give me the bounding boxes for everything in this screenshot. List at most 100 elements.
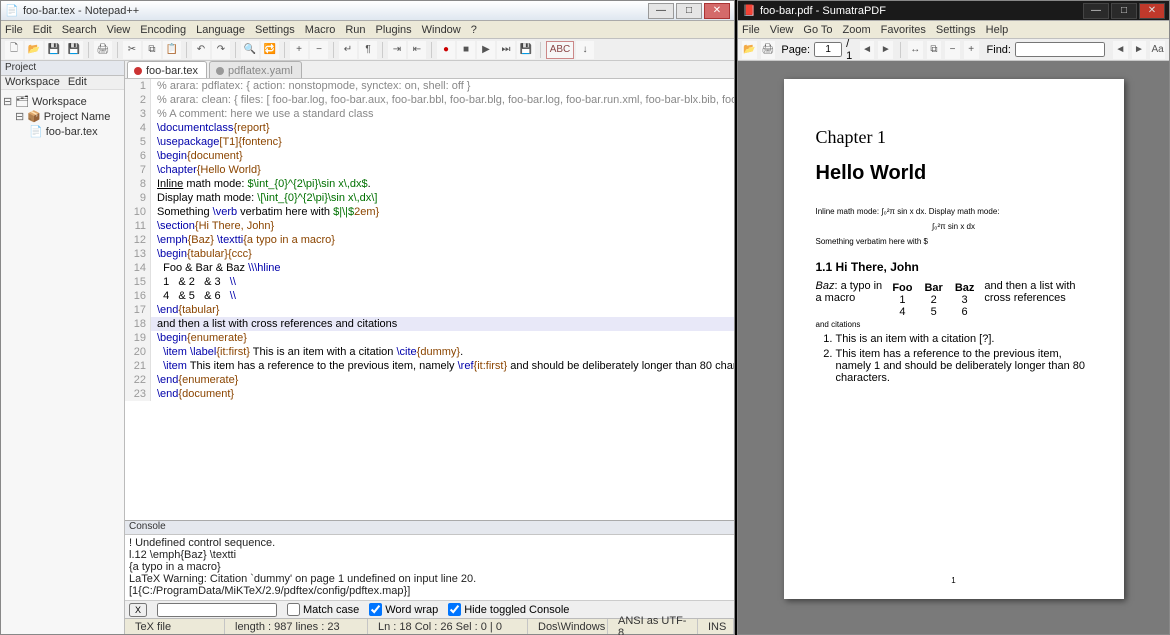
find-prev-icon[interactable]: ◄ — [1113, 41, 1128, 59]
find-input[interactable] — [1015, 42, 1105, 57]
copy-icon[interactable]: ⧉ — [143, 41, 161, 59]
sumatra-toolbar: 📂 🖨 Page: / 1 ◄ ► ↔ ⧉ − + Find: ◄ ► Aa — [738, 39, 1169, 61]
menu-run[interactable]: Run — [345, 24, 365, 36]
redo-icon[interactable]: ↷ — [212, 41, 230, 59]
paste-icon[interactable]: 📋 — [163, 41, 181, 59]
sumatra-app-icon: 📕 — [742, 4, 756, 18]
menu-favorites[interactable]: Favorites — [881, 24, 926, 36]
hide-console-checkbox[interactable]: Hide toggled Console — [448, 603, 569, 616]
minimize-button[interactable]: — — [648, 3, 674, 19]
menu-file[interactable]: File — [5, 24, 23, 36]
page-next-icon[interactable]: ► — [878, 41, 893, 59]
status-position: Ln : 18 Col : 26 Sel : 0 | 0 — [368, 619, 528, 634]
console-output[interactable]: ! Undefined control sequence.l.12 \emph{… — [125, 535, 734, 600]
close-button[interactable]: ✕ — [704, 3, 730, 19]
menu-view[interactable]: View — [770, 24, 794, 36]
npp-titlebar[interactable]: 📄 foo-bar.tex - Notepad++ — □ ✕ — [1, 1, 734, 21]
fit-page-icon[interactable]: ⧉ — [927, 41, 942, 59]
match-case-checkbox[interactable]: Match case — [287, 603, 359, 616]
menu-?[interactable]: ? — [471, 24, 477, 36]
replace-icon[interactable]: 🔁 — [261, 41, 279, 59]
open-icon[interactable]: 📂 — [742, 41, 757, 59]
abc-spellcheck-icon[interactable]: ABC — [546, 41, 574, 59]
match-case-icon[interactable]: Aa — [1150, 41, 1165, 59]
menu-settings[interactable]: Settings — [936, 24, 976, 36]
new-file-icon[interactable]: 🗋 — [5, 41, 23, 59]
cut-icon[interactable]: ✂ — [123, 41, 141, 59]
menu-settings[interactable]: Settings — [255, 24, 295, 36]
show-all-icon[interactable]: ¶ — [359, 41, 377, 59]
stop-macro-icon[interactable]: ■ — [457, 41, 475, 59]
close-button[interactable]: ✕ — [1139, 3, 1165, 19]
workspace-menu[interactable]: Workspace — [5, 76, 60, 89]
menu-help[interactable]: Help — [986, 24, 1009, 36]
console-x-button[interactable]: X — [129, 603, 147, 617]
undo-icon[interactable]: ↶ — [192, 41, 210, 59]
menu-plugins[interactable]: Plugins — [376, 24, 412, 36]
menu-encoding[interactable]: Encoding — [140, 24, 186, 36]
maximize-button[interactable]: □ — [1111, 3, 1137, 19]
wrap-icon[interactable]: ↵ — [339, 41, 357, 59]
menu-search[interactable]: Search — [62, 24, 97, 36]
zoom-in-icon[interactable]: + — [964, 41, 979, 59]
menu-file[interactable]: File — [742, 24, 760, 36]
tree-project[interactable]: ⊟📦 Project Name — [3, 109, 122, 124]
print-icon[interactable]: 🖨 — [761, 41, 776, 59]
pdf-section: 1.1 Hi There, John — [816, 260, 1092, 274]
pdf-inline-math: Inline math mode: ∫₀²π sin x dx. Display… — [816, 207, 1092, 216]
sumatra-window: 📕 foo-bar.pdf - SumatraPDF — □ ✕ File Vie… — [737, 0, 1170, 635]
code-editor[interactable]: 1% arara: pdflatex: { action: nonstopmod… — [125, 79, 734, 520]
page-label: Page: — [781, 44, 810, 56]
fit-width-icon[interactable]: ↔ — [908, 41, 923, 59]
console-panel: Console ! Undefined control sequence.l.1… — [125, 520, 734, 618]
npp-title: foo-bar.tex - Notepad++ — [23, 5, 648, 17]
menu-zoom[interactable]: Zoom — [843, 24, 871, 36]
menu-view[interactable]: View — [107, 24, 131, 36]
sumatra-titlebar[interactable]: 📕 foo-bar.pdf - SumatraPDF — □ ✕ — [738, 1, 1169, 21]
list-item: This is an item with a citation [?]. — [836, 333, 1092, 345]
minimize-button[interactable]: — — [1083, 3, 1109, 19]
tree-root[interactable]: ⊟🗂 Workspace — [3, 94, 122, 109]
play-multi-icon[interactable]: ⏭ — [497, 41, 515, 59]
indent-icon[interactable]: ⇥ — [388, 41, 406, 59]
save-icon[interactable]: 💾 — [45, 41, 63, 59]
project-panel-header: Project — [1, 61, 124, 76]
find-icon[interactable]: 🔍 — [241, 41, 259, 59]
word-wrap-checkbox[interactable]: Word wrap — [369, 603, 438, 616]
save-macro-icon[interactable]: 💾 — [517, 41, 535, 59]
pdf-page-number: 1 — [951, 576, 955, 585]
npp-menubar: File Edit Search View Encoding Language Settin… — [1, 21, 734, 39]
npp-statusbar: TeX file length : 987 lines : 23 Ln : 18… — [125, 618, 734, 634]
edit-menu[interactable]: Edit — [68, 76, 87, 89]
project-subbar: Workspace Edit — [1, 76, 124, 90]
editor-tab[interactable]: foo-bar.tex — [127, 61, 207, 78]
menu-macro[interactable]: Macro — [305, 24, 336, 36]
pdf-verbatim: Something verbatim here with $ — [816, 237, 1092, 246]
pdf-viewport[interactable]: Chapter 1 Hello World Inline math mode: … — [738, 61, 1169, 634]
play-macro-icon[interactable]: ▶ — [477, 41, 495, 59]
page-input[interactable] — [814, 42, 842, 57]
zoom-out-icon[interactable]: − — [945, 41, 960, 59]
notepadpp-window: 📄 foo-bar.tex - Notepad++ — □ ✕ File Edit… — [0, 0, 735, 635]
menu-edit[interactable]: Edit — [33, 24, 52, 36]
menu-window[interactable]: Window — [422, 24, 461, 36]
spell-next-icon[interactable]: ↓ — [576, 41, 594, 59]
find-next-icon[interactable]: ► — [1132, 41, 1147, 59]
page-prev-icon[interactable]: ◄ — [860, 41, 875, 59]
editor-tab[interactable]: pdflatex.yaml — [209, 61, 302, 78]
console-input[interactable] — [157, 603, 277, 617]
open-file-icon[interactable]: 📂 — [25, 41, 43, 59]
tree-expand-icon: ⊟ — [15, 110, 24, 123]
outdent-icon[interactable]: ⇤ — [408, 41, 426, 59]
status-encoding: ANSI as UTF-8 — [608, 619, 698, 634]
zoom-in-icon[interactable]: + — [290, 41, 308, 59]
menu-go-to[interactable]: Go To — [803, 24, 832, 36]
list-item: This item has a reference to the previou… — [836, 348, 1092, 384]
save-all-icon[interactable]: 💾 — [65, 41, 83, 59]
print-icon[interactable]: 🖨 — [94, 41, 112, 59]
record-macro-icon[interactable]: ● — [437, 41, 455, 59]
maximize-button[interactable]: □ — [676, 3, 702, 19]
menu-language[interactable]: Language — [196, 24, 245, 36]
tree-file[interactable]: 📄 foo-bar.tex — [3, 124, 122, 139]
zoom-out-icon[interactable]: − — [310, 41, 328, 59]
